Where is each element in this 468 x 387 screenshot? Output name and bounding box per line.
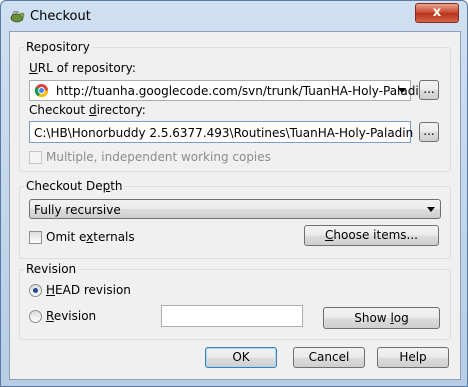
browse-url-button[interactable]: ... (419, 80, 439, 100)
show-log-button[interactable]: Show log (323, 307, 440, 329)
browser-icon (34, 83, 49, 98)
checkout-depth-group-label: Checkout Depth (24, 179, 125, 193)
depth-selected: Fully recursive (34, 203, 121, 217)
ok-button[interactable]: OK (205, 347, 277, 368)
repository-group-label: Repository (24, 40, 92, 54)
revision-input[interactable] (161, 305, 303, 327)
checkout-window: Checkout x Repository URL of repository:… (0, 0, 468, 387)
head-revision-label: HEAD revision (46, 283, 131, 297)
chevron-down-icon (427, 207, 435, 212)
cancel-button[interactable]: Cancel (293, 347, 365, 368)
revision-radio[interactable] (29, 310, 42, 323)
checkout-dir-value: C:\HB\Honorbuddy 2.5.6377.493\Routines\T… (34, 126, 414, 140)
dialog-client: Repository URL of repository: http://tua… (9, 31, 461, 380)
head-revision-radio[interactable] (29, 284, 42, 297)
checkout-dir-input[interactable]: C:\HB\Honorbuddy 2.5.6377.493\Routines\T… (29, 121, 414, 143)
radio-selected-dot (33, 288, 38, 293)
close-button[interactable]: x (415, 3, 459, 23)
url-label: URL of repository: (29, 61, 136, 75)
browse-dir-button[interactable]: ... (419, 122, 439, 142)
revision-group-label: Revision (24, 262, 79, 276)
chevron-down-icon[interactable] (398, 88, 406, 93)
close-icon: x (432, 5, 442, 20)
title-bar[interactable]: Checkout x (1, 1, 467, 31)
help-button[interactable]: Help (377, 347, 449, 368)
revision-label: Revision (46, 309, 97, 323)
multiple-working-copies-checkbox[interactable] (29, 151, 42, 164)
tortoise-icon (10, 10, 25, 23)
choose-items-button[interactable]: Choose items... (304, 225, 439, 246)
omit-externals-checkbox[interactable] (29, 231, 42, 244)
depth-select[interactable]: Fully recursive (29, 199, 441, 219)
checkout-dir-label: Checkout directory: (29, 103, 146, 117)
checkout-depth-group: Checkout Depth (19, 179, 451, 259)
window-title: Checkout (30, 9, 91, 24)
omit-externals-label: Omit externals (46, 230, 135, 244)
url-combobox[interactable]: http://tuanha.googlecode.com/svn/trunk/T… (29, 80, 430, 101)
multiple-working-copies-label: Multiple, independent working copies (46, 150, 271, 164)
url-value: http://tuanha.googlecode.com/svn/trunk/T… (56, 84, 431, 98)
